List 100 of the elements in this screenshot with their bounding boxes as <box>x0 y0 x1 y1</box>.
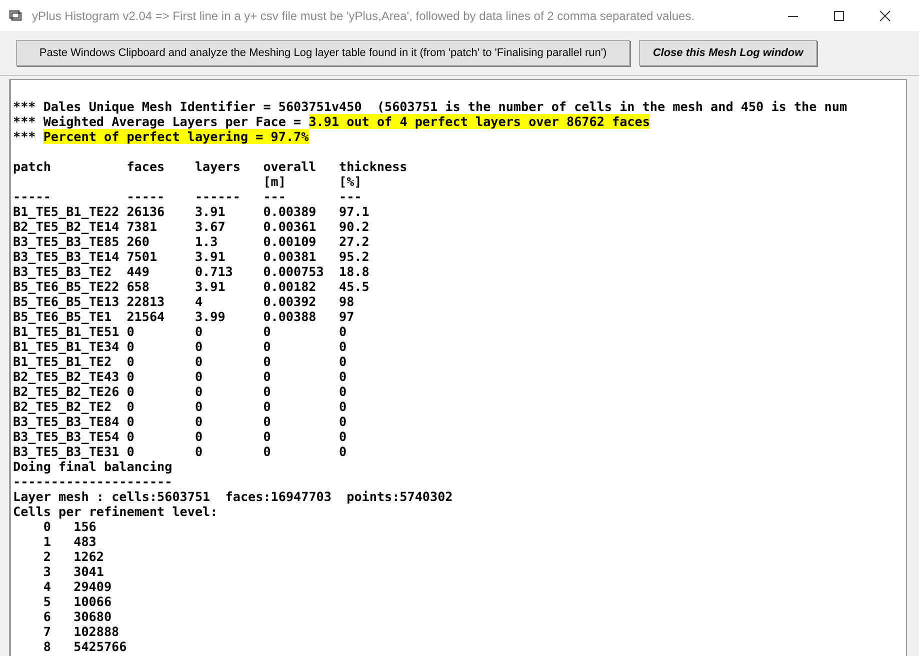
column-rule: --- <box>339 189 363 204</box>
table-cell-text: B3_TE5_B3_TE85 <box>13 234 120 249</box>
column-header: thickness <box>339 159 408 174</box>
table-cell-text: 97.1 <box>339 204 370 219</box>
column-rule: ----- <box>13 189 52 204</box>
table-cell-text: 0 <box>263 354 272 369</box>
table-cell-text: 0 <box>339 369 348 384</box>
refinement-level: 0 <box>42 519 51 534</box>
table-cell-text: 0 <box>263 339 272 354</box>
toolbar-button[interactable]: Paste Windows Clipboard and analyze the Meshing Log layer table found in it (from 'patch' to 'Finalising parallel run') <box>16 40 630 66</box>
table-cell-text: 0 <box>339 324 348 339</box>
table-cell-text: 0 <box>126 369 136 384</box>
table-cell-text: B1_TE5_B1_TE51 <box>13 324 120 339</box>
log-line: --------------------- <box>13 474 174 489</box>
table-cell-text: 3.67 <box>194 219 226 234</box>
column-header: faces <box>126 159 166 174</box>
log-line: Layer mesh : cells:5603751 faces:16947703 points:5740302 <box>13 489 454 504</box>
table-cell-text: 0 <box>263 414 272 429</box>
table-cell-text: B3_TE5_B3_TE31 <box>13 444 120 459</box>
table-cell-text: 0.00361 <box>263 219 318 234</box>
table-cell-text: 45.5 <box>339 279 370 294</box>
table-cell-text: 0 <box>194 339 204 354</box>
refinement-level: 8 <box>42 639 51 654</box>
table-cell-text: 260 <box>126 234 150 249</box>
log-line: *** Weighted Average Layers per Face = 3.91 out of 4 perfect layers over 86762 faces <box>13 114 651 129</box>
table-cell-text: 7381 <box>126 219 158 234</box>
cell-count: 30680 <box>74 609 112 624</box>
table-cell-text: B1_TE5_B1_TE2 <box>13 354 113 369</box>
table-cell-text: B5_TE6_B5_TE1 <box>13 309 113 324</box>
table-cell-text: 0 <box>339 414 348 429</box>
refinement-level: 3 <box>42 564 51 579</box>
table-cell-text: B2_TE5_B2_TE26 <box>13 384 120 399</box>
table-cell-text: 0 <box>263 324 272 339</box>
table-cell-text: 0 <box>263 444 272 459</box>
table-cell-text: 0.00381 <box>263 249 318 264</box>
column-unit: [m] <box>263 174 287 189</box>
table-cell-text: B2_TE5_B2_TE43 <box>13 369 120 384</box>
table-cell-text: 3.91 <box>194 279 226 294</box>
table-cell-text: 0 <box>194 429 204 444</box>
table-cell-text: 0.000753 <box>263 264 325 279</box>
table-cell-text: 26136 <box>126 204 166 219</box>
app-icon <box>9 10 23 22</box>
table-cell-text: 0 <box>339 384 348 399</box>
table-cell-text: 3.91 <box>194 204 226 219</box>
table-cell-text: 97 <box>339 309 356 324</box>
table-cell-text: 0 <box>339 354 348 369</box>
table-cell-text: 0 <box>194 399 204 414</box>
table-cell-text: B3_TE5_B3_TE2 <box>13 264 113 279</box>
table-cell-text: 0 <box>126 324 136 339</box>
table-cell-text: 0 <box>126 384 136 399</box>
refinement-level: 4 <box>42 579 51 594</box>
table-cell-text: 0 <box>263 399 272 414</box>
table-cell-text: B3_TE5_B3_TE54 <box>13 429 120 444</box>
table-cell-text: 658 <box>126 279 150 294</box>
cell-count: 5425766 <box>74 639 127 654</box>
log-line: Doing final balancing <box>13 459 174 474</box>
cell-count: 10066 <box>74 594 112 609</box>
cell-count: 156 <box>74 519 96 534</box>
table-cell-text: 0 <box>126 354 136 369</box>
cell-count: 29409 <box>74 579 112 594</box>
table-cell-text: 0.00109 <box>263 234 318 249</box>
table-cell-text: B1_TE5_B1_TE22 <box>13 204 120 219</box>
cell-count: 483 <box>74 534 96 549</box>
table-cell-text: B2_TE5_B2_TE2 <box>13 399 113 414</box>
table-cell-text: 0 <box>126 414 136 429</box>
table-cell-text: B5_TE6_B5_TE13 <box>13 294 120 309</box>
column-rule: ----- <box>126 189 166 204</box>
toolbar-button[interactable]: Close this Mesh Log window <box>639 40 817 66</box>
refinement-level: 1 <box>42 534 51 549</box>
table-cell-text: 0 <box>263 429 272 444</box>
cell-count: 102888 <box>74 624 120 639</box>
close-icon[interactable] <box>879 10 891 22</box>
table-cell-text: 4 <box>194 294 204 309</box>
table-cell-text: 90.2 <box>339 219 370 234</box>
maximize-icon[interactable] <box>833 10 845 22</box>
table-cell-text: 0.00392 <box>263 294 318 309</box>
table-cell-text: 0 <box>126 339 136 354</box>
table-cell-text: 0 <box>194 369 204 384</box>
table-cell-text: B5_TE6_B5_TE22 <box>13 279 120 294</box>
table-cell-text: 0 <box>339 399 348 414</box>
table-cell-text: 0 <box>263 369 272 384</box>
table-cell-text: 0 <box>194 324 204 339</box>
refinement-level: 6 <box>42 609 51 624</box>
table-cell-text: B1_TE5_B1_TE34 <box>13 339 120 354</box>
table-cell-text: B3_TE5_B3_TE14 <box>13 249 120 264</box>
table-cell-text: 0 <box>194 354 204 369</box>
column-header: layers <box>194 159 242 174</box>
log-line: *** Percent of perfect layering = 97.7% <box>13 129 310 144</box>
table-cell-text: 0.713 <box>194 264 234 279</box>
table-cell-text: 0 <box>263 384 272 399</box>
table-cell-text: 0 <box>126 429 136 444</box>
table-cell-text: 0 <box>339 429 348 444</box>
refinement-level: 7 <box>42 624 51 639</box>
table-cell-text: 0 <box>339 339 348 354</box>
table-cell-text: 7501 <box>126 249 158 264</box>
cell-count: 3041 <box>74 564 104 579</box>
table-cell-text: 22813 <box>126 294 166 309</box>
window-title: yPlus Histogram v2.04 => First line in a y+ csv file must be 'yPlus,Area', followed by data lines of 2 comma separated values. <box>32 8 695 22</box>
column-unit: [%] <box>339 174 363 189</box>
column-rule: --- <box>263 189 287 204</box>
